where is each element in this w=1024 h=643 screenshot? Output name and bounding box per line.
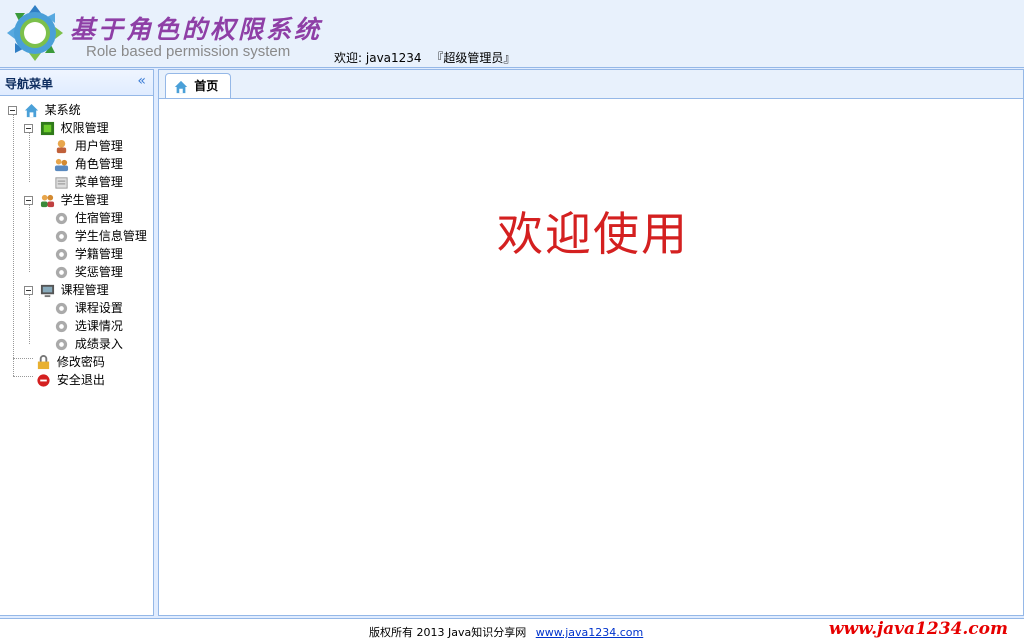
tree-item-label: 课程设置 — [74, 301, 123, 315]
gear-icon — [55, 248, 68, 261]
tree-group-label: 课程管理 — [60, 283, 109, 297]
main-panel: 首页 欢迎使用 — [158, 69, 1024, 616]
tree-item-label: 用户管理 — [74, 139, 123, 153]
gear-icon — [55, 266, 68, 279]
tree-group-student[interactable]: 学生管理 — [24, 191, 109, 209]
user-icon — [56, 139, 67, 154]
footer-link[interactable]: www.java1234.com — [536, 626, 644, 639]
tree-group-course[interactable]: 课程管理 — [24, 281, 109, 299]
gear-icon — [55, 230, 68, 243]
tree-item-label: 学生信息管理 — [74, 229, 147, 243]
tree-item-menu-manage[interactable]: 菜单管理 — [54, 173, 123, 191]
tree-group-permission[interactable]: 权限管理 — [24, 119, 109, 137]
tree-item-change-password[interactable]: 修改密码 — [36, 353, 105, 371]
gear-icon — [55, 212, 68, 225]
watermark: www.java1234.com — [828, 619, 1008, 639]
users-icon — [54, 158, 69, 172]
collapse-toggle-icon[interactable] — [24, 124, 33, 133]
gear-icon — [55, 320, 68, 333]
app-title: 基于角色的权限系统 — [70, 15, 323, 44]
tree-item-grades[interactable]: 成绩录入 — [54, 335, 123, 353]
sidebar: 导航菜单 « 某系统 权限管理 用户管理 角色管理 菜单管理 学生管理 住宿管理… — [0, 69, 154, 616]
tree-item-student-info[interactable]: 学生信息管理 — [54, 227, 147, 245]
tab-bar: 首页 — [159, 70, 1023, 99]
collapse-toggle-icon[interactable] — [8, 106, 17, 115]
collapse-toggle-icon[interactable] — [24, 286, 33, 295]
exit-icon — [37, 374, 50, 387]
footer: 版权所有 2013 Java知识分享网 www.java1234.com www… — [0, 618, 1024, 643]
tree-item-label: 学籍管理 — [74, 247, 123, 261]
tree-item-label: 菜单管理 — [74, 175, 123, 189]
tree-group-label: 学生管理 — [60, 193, 109, 207]
tree-item-status[interactable]: 学籍管理 — [54, 245, 123, 263]
tree-root-label: 某系统 — [44, 103, 81, 117]
home-icon — [174, 80, 188, 93]
tree-item-user-manage[interactable]: 用户管理 — [54, 137, 123, 155]
collapse-toggle-icon[interactable] — [24, 196, 33, 205]
app-subtitle: Role based permission system — [86, 43, 291, 60]
tab-home-label: 首页 — [194, 79, 219, 93]
tree-item-label: 成绩录入 — [74, 337, 123, 351]
sidebar-header: 导航菜单 « — [0, 70, 153, 96]
lock-icon — [37, 355, 50, 370]
tree-item-course-setting[interactable]: 课程设置 — [54, 299, 123, 317]
green-square-icon — [40, 121, 54, 136]
tab-home[interactable]: 首页 — [165, 73, 231, 98]
gear-icon — [55, 302, 68, 315]
tree-item-label: 安全退出 — [56, 373, 105, 387]
tree-item-logout[interactable]: 安全退出 — [36, 371, 105, 389]
username: java1234 — [365, 51, 422, 65]
tree-root[interactable]: 某系统 — [8, 101, 81, 119]
home-icon — [24, 103, 38, 118]
user-role: 『超级管理员』 — [431, 51, 516, 65]
tree-item-label: 修改密码 — [56, 355, 105, 369]
gear-icon — [55, 338, 68, 351]
tree-item-label: 住宿管理 — [74, 211, 123, 225]
monitor-icon — [40, 284, 54, 298]
tree-item-label: 选课情况 — [74, 319, 123, 333]
tree-item-selection[interactable]: 选课情况 — [54, 317, 123, 335]
copyright: 版权所有 2013 Java知识分享网 www.java1234.com — [369, 624, 643, 640]
welcome-prefix: 欢迎: — [334, 51, 363, 65]
tree-item-rewards[interactable]: 奖惩管理 — [54, 263, 123, 281]
app-header: 基于角色的权限系统 Role based permission system 欢… — [0, 0, 1024, 68]
collapse-icon[interactable]: « — [137, 73, 146, 89]
tree-item-dorm[interactable]: 住宿管理 — [54, 209, 123, 227]
tree-item-label: 角色管理 — [74, 157, 123, 171]
tree-item-label: 奖惩管理 — [74, 265, 123, 279]
users-icon — [40, 194, 54, 208]
menu-icon — [55, 177, 68, 189]
tree-group-label: 权限管理 — [60, 121, 109, 135]
welcome-user: 欢迎: java1234 『超级管理员』 — [334, 49, 515, 66]
sidebar-title: 导航菜单 — [5, 77, 54, 91]
logo-icon — [7, 5, 63, 61]
welcome-message: 欢迎使用 — [497, 207, 689, 261]
tree-item-role-manage[interactable]: 角色管理 — [54, 155, 123, 173]
copyright-text: 版权所有 2013 Java知识分享网 — [369, 626, 527, 639]
